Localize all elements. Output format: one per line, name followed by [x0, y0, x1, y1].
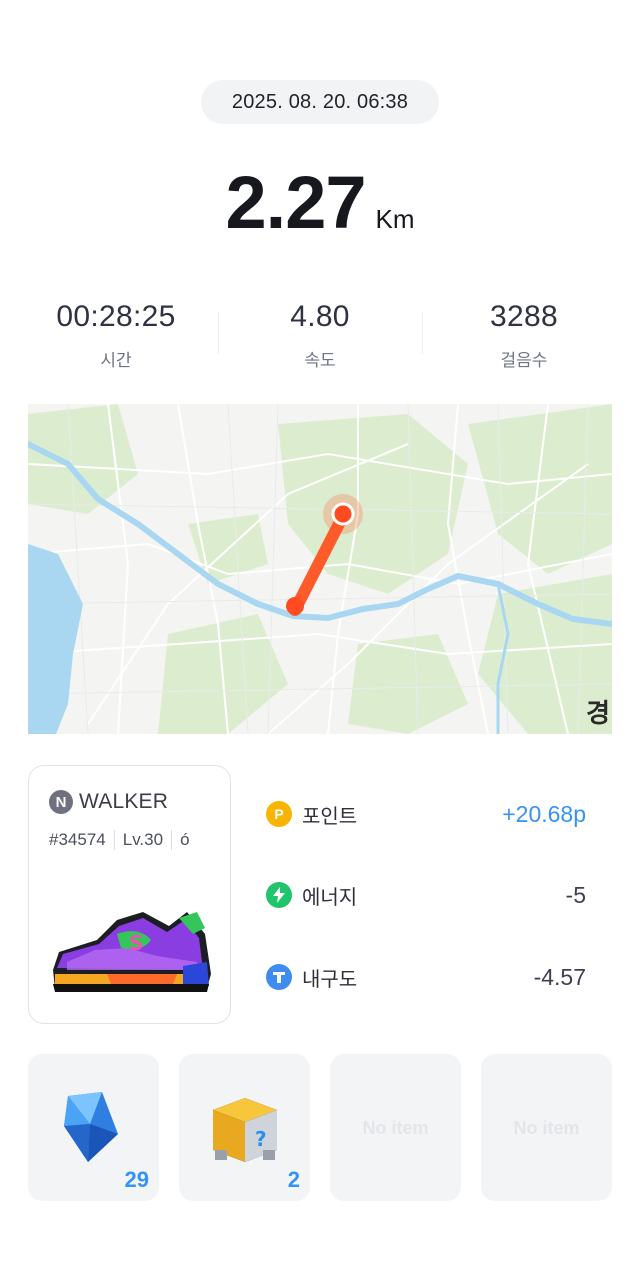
reward-durability-value: -4.57 [533, 963, 586, 990]
stat-steps: 3288 걸음수 [422, 300, 626, 380]
route-start-marker [286, 597, 304, 615]
sneaker-meta: #34574 Lv.30 ó [49, 830, 190, 850]
distance-value: 2.27 [225, 161, 366, 244]
durability-icon [266, 964, 292, 990]
route-map[interactable]: 경 [28, 404, 612, 734]
svg-text:?: ? [255, 1127, 267, 1151]
stat-time: 00:28:25 시간 [14, 300, 218, 380]
stat-speed-label: 속도 [304, 351, 336, 370]
svg-text:S: S [129, 931, 143, 955]
energy-icon [266, 882, 292, 908]
record-datetime: 2025. 08. 20. 06:38 [201, 80, 439, 124]
reward-durability: 내구도 -4.57 [266, 960, 586, 994]
meta-divider [171, 830, 173, 850]
route-end-marker [331, 502, 355, 526]
point-icon: P [266, 801, 292, 827]
reward-point: P 포인트 +20.68p [266, 797, 586, 831]
stat-time-value: 00:28:25 [56, 300, 176, 333]
stat-steps-label: 걸음수 [500, 351, 548, 370]
reward-energy-value: -5 [565, 881, 586, 908]
item-slot-mystery-box[interactable]: ? 2 [179, 1054, 310, 1201]
sneaker-icon: S [53, 912, 211, 992]
stat-time-label: 시간 [100, 351, 132, 370]
reward-durability-label: 내구도 [302, 968, 358, 991]
reward-energy: 에너지 -5 [266, 878, 586, 912]
item-count: 2 [287, 1167, 300, 1192]
reward-point-label: 포인트 [302, 805, 358, 828]
item-slot-empty[interactable]: No item [330, 1054, 461, 1201]
stat-speed-value: 4.80 [290, 300, 350, 333]
stats-row: 00:28:25 시간 4.80 속도 3288 걸음수 [14, 300, 626, 380]
sneaker-card[interactable]: N WALKER #34574 Lv.30 ó S [28, 765, 231, 1024]
distance-unit: Km [375, 204, 415, 234]
map-canvas [28, 404, 612, 734]
sneaker-level: Lv.30 [122, 830, 164, 849]
empty-slot-label: No item [362, 1118, 429, 1138]
map-corner-label: 경 [586, 698, 610, 728]
item-slots: 29 ? 2 No item No item [28, 1054, 612, 1201]
sneaker-id: #34574 [49, 830, 106, 849]
n-logo-icon: N [49, 790, 73, 814]
item-slot-empty[interactable]: No item [481, 1054, 612, 1201]
meta-divider [113, 830, 115, 850]
item-count: 29 [124, 1167, 149, 1192]
sneaker-extra-icon: ó [180, 830, 190, 849]
sneaker-name: WALKER [79, 790, 169, 813]
reward-energy-label: 에너지 [302, 886, 358, 909]
reward-point-value: +20.68p [502, 800, 586, 827]
stat-steps-value: 3288 [490, 300, 558, 333]
sneaker-header: N WALKER [49, 790, 168, 814]
distance-display: 2.27 Km [0, 160, 640, 245]
stat-speed: 4.80 속도 [218, 300, 422, 380]
map-sea [28, 544, 83, 734]
empty-slot-label: No item [513, 1118, 580, 1138]
item-slot-gem[interactable]: 29 [28, 1054, 159, 1201]
